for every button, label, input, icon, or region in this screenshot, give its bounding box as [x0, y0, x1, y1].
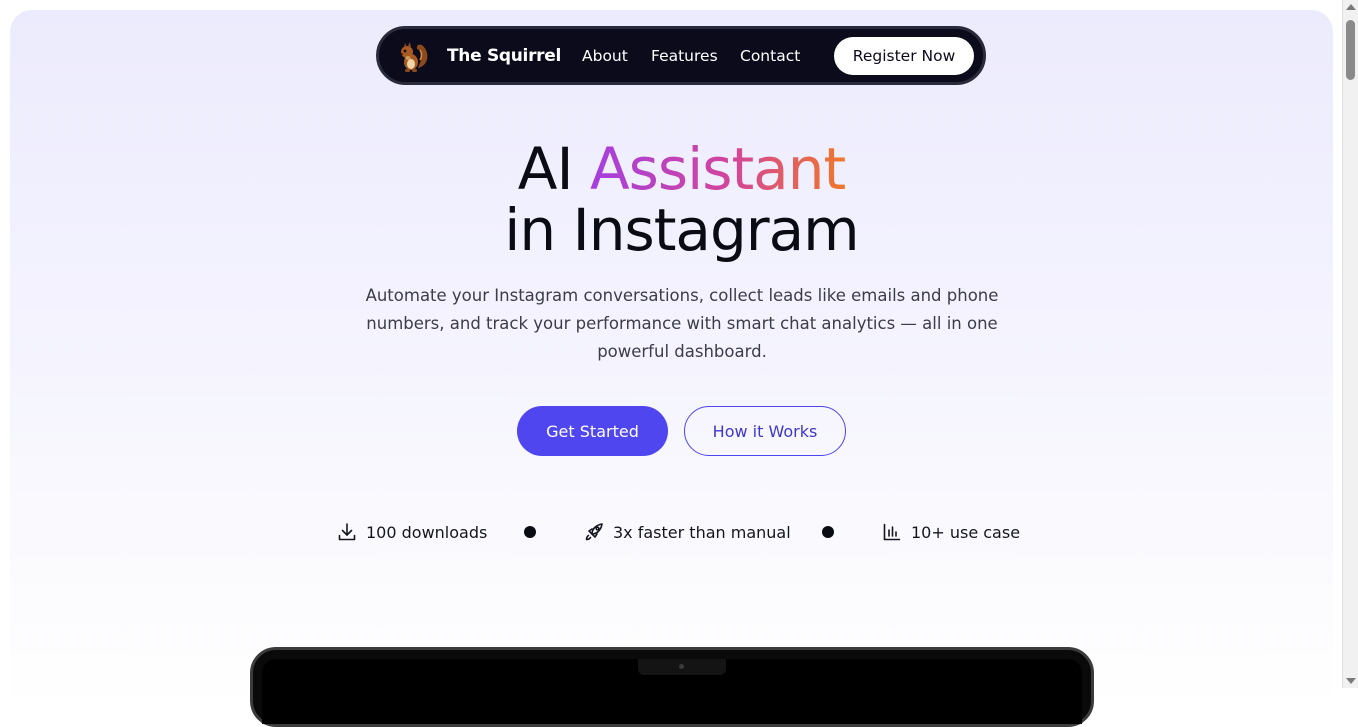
stat-speed: 3x faster than manual: [584, 520, 791, 544]
navbar: The Squirrel About Features Contact Regi…: [376, 26, 986, 85]
vertical-scrollbar[interactable]: [1342, 0, 1358, 688]
stat-downloads-text: 100 downloads: [366, 522, 488, 542]
rocket-icon: [584, 522, 604, 542]
nav-link-contact[interactable]: Contact: [740, 29, 800, 83]
scroll-thumb[interactable]: [1346, 20, 1355, 80]
scroll-down-arrow-icon[interactable]: [1346, 678, 1356, 684]
bar-chart-icon: [882, 522, 902, 542]
download-icon: [337, 522, 357, 542]
laptop-mockup: [250, 647, 1094, 727]
hero-title-highlight: Assistant: [590, 135, 846, 203]
stat-use-cases-text: 10+ use case: [911, 522, 1021, 542]
brand-name[interactable]: The Squirrel: [447, 29, 561, 83]
stat-downloads: 100 downloads: [337, 520, 487, 544]
separator-dot: [822, 526, 834, 538]
camera-icon: [679, 664, 684, 669]
squirrel-icon[interactable]: [394, 38, 432, 76]
separator-dot: [524, 526, 536, 538]
nav-link-about[interactable]: About: [582, 29, 628, 83]
stat-speed-text: 3x faster than manual: [613, 522, 791, 542]
hero-subtitle: Automate your Instagram conversations, c…: [365, 286, 999, 361]
register-now-button[interactable]: Register Now: [834, 37, 974, 75]
stat-use-cases: 10+ use case: [882, 520, 1020, 544]
hero-title-line1: AI Assistant: [10, 136, 1333, 202]
scroll-up-arrow-icon[interactable]: [1346, 4, 1356, 10]
hero-title-line2: in Instagram: [504, 196, 859, 264]
nav-link-features[interactable]: Features: [651, 29, 718, 83]
how-it-works-button[interactable]: How it Works: [684, 406, 846, 456]
hero-title-plain: AI: [517, 135, 574, 203]
laptop-screen: [262, 659, 1082, 724]
camera-notch: [638, 659, 726, 675]
hero-section: The Squirrel About Features Contact Regi…: [10, 10, 1333, 710]
get-started-button[interactable]: Get Started: [517, 406, 668, 456]
